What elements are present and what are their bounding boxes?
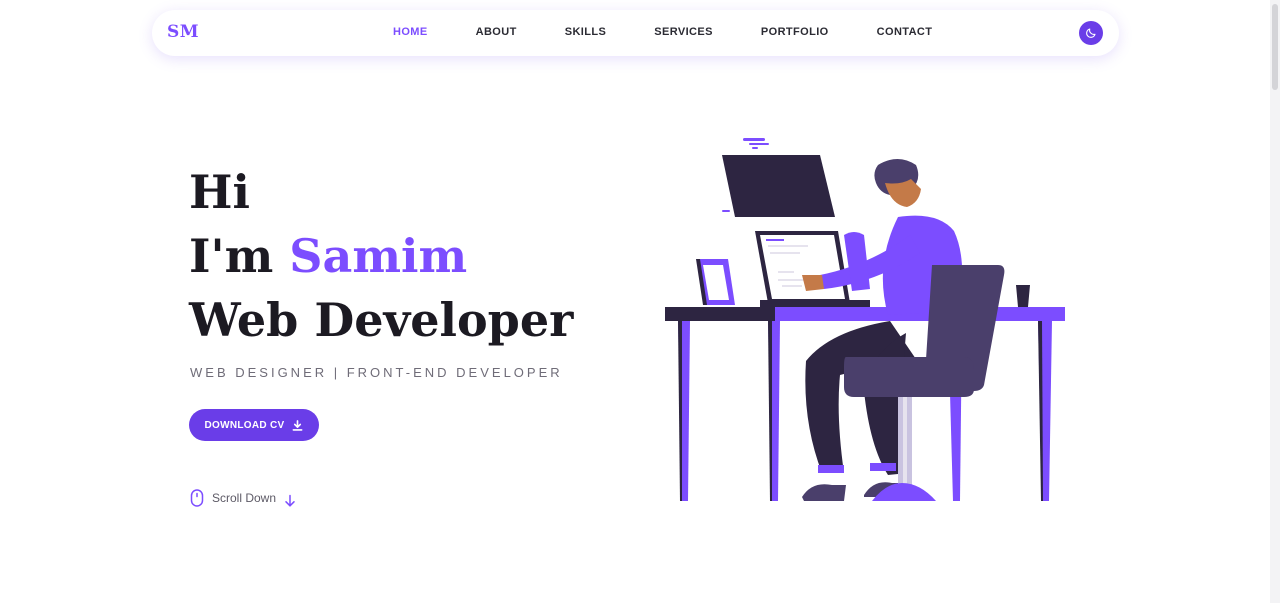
nav-link-skills[interactable]: SKILLS [565,26,607,38]
nav-link-about[interactable]: ABOUT [476,26,517,38]
hero-title: Hi I'm Samim Web Developer [189,160,573,352]
scrollbar-thumb[interactable] [1272,4,1278,90]
top-navbar: SM HOME ABOUT SKILLS SERVICES PORTFOLIO … [152,10,1119,56]
download-cv-button[interactable]: DOWNLOAD CV [189,409,319,441]
page-scrollbar[interactable] [1270,0,1280,603]
mouse-icon [190,489,204,507]
nav-link-home[interactable]: HOME [393,26,428,38]
hero-subtitle: WEB DESIGNER | FRONT-END DEVELOPER [190,365,563,380]
nav-link-services[interactable]: SERVICES [654,26,713,38]
hero-intro-prefix: I'm [189,229,290,283]
nav-link-contact[interactable]: CONTACT [877,26,933,38]
download-icon [293,419,303,431]
hero-intro: I'm Samim [189,224,573,288]
download-cv-label: DOWNLOAD CV [204,419,285,431]
coffee-mug [1016,285,1030,307]
hero-name: Samim [289,229,468,283]
developer-illustration [665,138,1065,501]
hero-greeting: Hi [189,165,250,219]
site-logo[interactable]: SM [167,22,199,42]
moon-icon [1086,28,1096,38]
theme-toggle-button[interactable] [1079,21,1103,45]
hero-role: Web Developer [189,293,574,347]
arrow-down-icon [285,494,295,507]
nav-links: HOME ABOUT SKILLS SERVICES PORTFOLIO CON… [393,26,932,38]
nav-link-portfolio[interactable]: PORTFOLIO [761,26,829,38]
scroll-down-label: Scroll Down [212,491,277,505]
scroll-down-link[interactable]: Scroll Down [190,488,296,508]
monitor [722,155,835,217]
photo-frame [696,259,735,305]
